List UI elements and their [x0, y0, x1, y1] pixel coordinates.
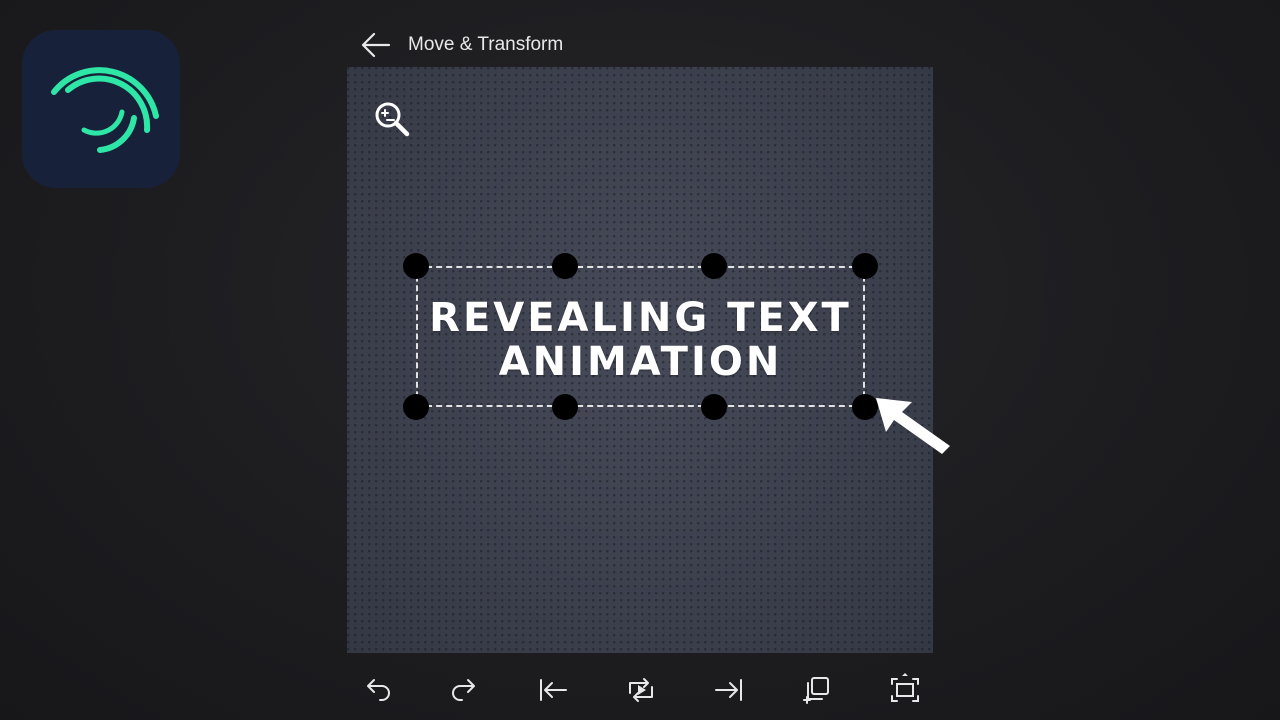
zoom-button[interactable] — [373, 100, 413, 140]
handle-top-right[interactable] — [852, 253, 878, 279]
preview-canvas[interactable]: REVEALING TEXT ANIMATION — [347, 67, 933, 653]
fullscreen-button[interactable] — [885, 670, 925, 710]
jump-to-end-icon — [715, 679, 742, 701]
jump-to-end-button[interactable] — [709, 670, 749, 710]
loop-play-button[interactable] — [621, 670, 661, 710]
duplicate-icon — [803, 677, 829, 704]
redo-button[interactable] — [445, 670, 485, 710]
alight-motion-logo-icon — [51, 67, 159, 153]
undo-button[interactable] — [357, 670, 397, 710]
undo-icon — [367, 679, 390, 701]
text-line-1: REVEALING TEXT — [429, 295, 852, 341]
back-button[interactable] — [361, 24, 405, 66]
zoom-icon — [375, 102, 410, 137]
bottom-toolbar — [347, 660, 933, 716]
page-title: Move & Transform — [408, 34, 564, 55]
fullscreen-icon — [891, 673, 919, 702]
app-screen: Move & Transform REVEALING TEXT ANIMATIO… — [0, 0, 1280, 720]
header-bar: Move & Transform — [347, 24, 933, 66]
duplicate-button[interactable] — [797, 670, 837, 710]
handle-bottom-2[interactable] — [701, 394, 727, 420]
arrow-left-icon — [361, 32, 391, 58]
handle-top-left[interactable] — [403, 253, 429, 279]
pointer-arrow-icon — [876, 398, 950, 454]
jump-to-start-icon — [540, 679, 567, 701]
redo-icon — [452, 679, 475, 701]
loop-play-icon — [629, 678, 653, 702]
text-layer[interactable]: REVEALING TEXT ANIMATION — [416, 296, 865, 384]
app-logo — [22, 30, 180, 188]
handle-bottom-1[interactable] — [552, 394, 578, 420]
handle-top-1[interactable] — [552, 253, 578, 279]
handle-bottom-left[interactable] — [403, 394, 429, 420]
jump-to-start-button[interactable] — [533, 670, 573, 710]
handle-top-2[interactable] — [701, 253, 727, 279]
text-line-2: ANIMATION — [498, 339, 783, 385]
text-layer-selection[interactable]: REVEALING TEXT ANIMATION — [403, 253, 878, 420]
